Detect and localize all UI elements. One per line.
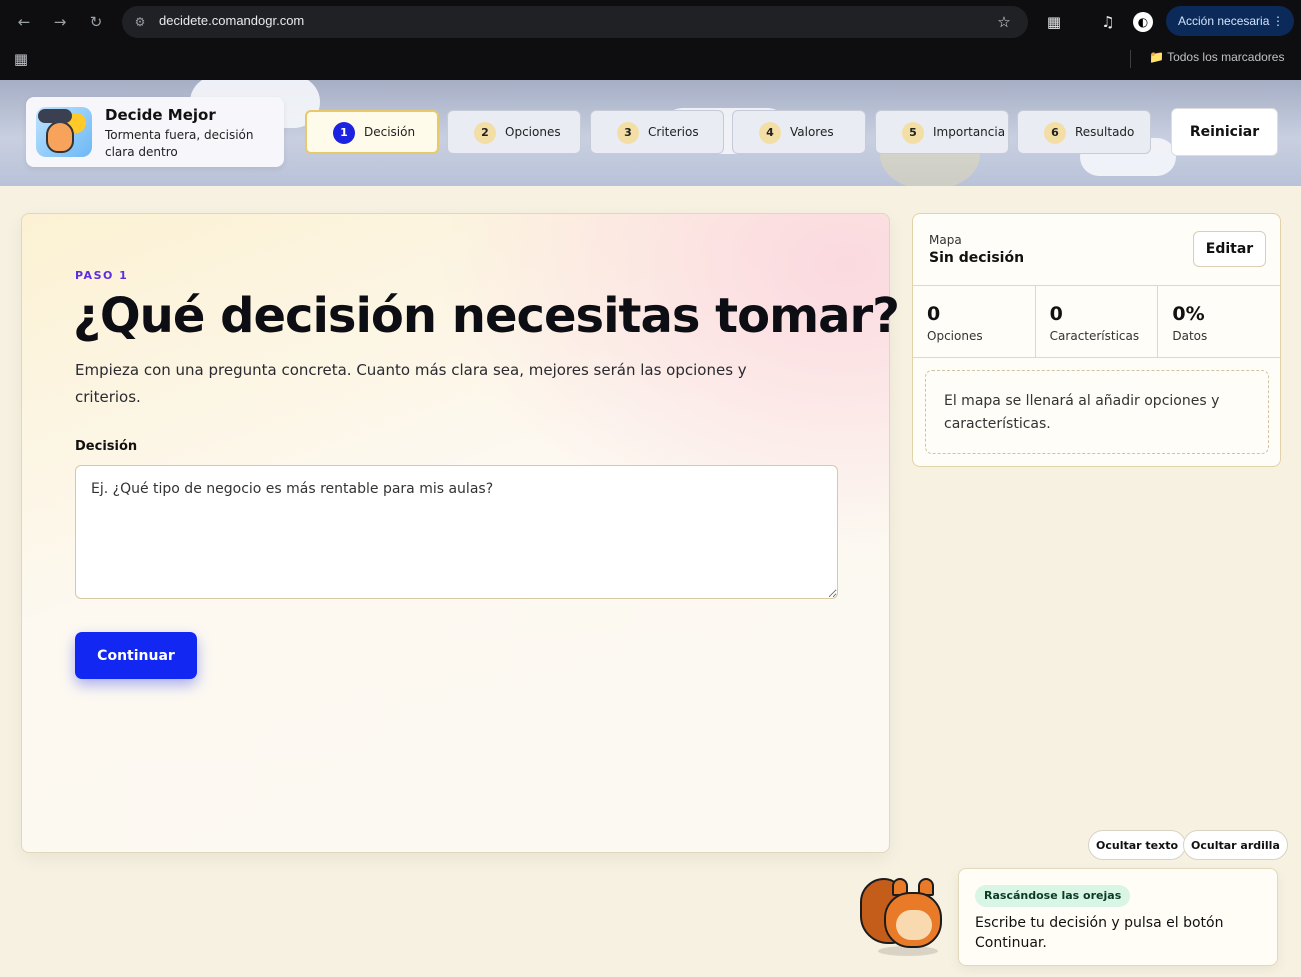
lead-text: Empieza con una pregunta concreta. Cuant… bbox=[75, 361, 747, 406]
map-title: Sin decisión bbox=[929, 250, 1025, 266]
apps-grid-icon[interactable]: ▦ bbox=[10, 48, 32, 70]
step-number: 3 bbox=[617, 122, 639, 144]
all-bookmarks[interactable]: 📁 Todos los marcadores bbox=[1149, 50, 1284, 64]
squirrel-mascot-icon[interactable] bbox=[856, 872, 948, 958]
decision-field-label: Decisión bbox=[75, 439, 138, 454]
map-empty-state: El mapa se llenará al añadir opciones y … bbox=[925, 370, 1269, 454]
divider bbox=[1130, 50, 1131, 68]
stat-options: 0 Opciones bbox=[913, 286, 1036, 357]
hide-squirrel-button[interactable]: Ocultar ardilla bbox=[1183, 830, 1288, 860]
page-title: ¿Qué decisión necesitas tomar? bbox=[73, 288, 900, 344]
decision-map-panel: Mapa Sin decisión Editar 0 Opciones 0 Ca… bbox=[912, 213, 1281, 467]
brand-subtitle: Tormenta fuera, decisión clara dentro bbox=[105, 128, 254, 159]
url-text: decidete.comandogr.com bbox=[159, 13, 305, 28]
step-decision[interactable]: 1 Decisión bbox=[305, 110, 439, 154]
profile-chip[interactable]: Acción necesaria ⋮ bbox=[1166, 6, 1294, 36]
step-label: Resultado bbox=[1075, 125, 1135, 139]
map-kicker: Mapa bbox=[929, 233, 962, 247]
profile-avatar-icon[interactable]: ◐ bbox=[1133, 12, 1153, 32]
media-controls-icon[interactable]: ♫ bbox=[1097, 11, 1119, 33]
step-tag: PASO 1 bbox=[75, 269, 129, 282]
stat-value: 0% bbox=[1172, 303, 1205, 325]
step-number: 4 bbox=[759, 122, 781, 144]
stat-data: 0% Datos bbox=[1158, 286, 1280, 357]
step-label: Opciones bbox=[505, 125, 561, 139]
step-criteria[interactable]: 3 Criterios bbox=[590, 110, 724, 154]
storm-cloud-icon bbox=[38, 109, 72, 123]
reset-button[interactable]: Reiniciar bbox=[1171, 108, 1278, 156]
decision-input[interactable] bbox=[75, 465, 838, 599]
helper-speech-bubble: Rascándose las orejas Escribe tu decisió… bbox=[958, 868, 1278, 966]
browser-chrome: ← → ↻ ⚙ decidete.comandogr.com ☆ ▦ ♫ ◐ A… bbox=[0, 0, 1301, 80]
step-number: 5 bbox=[902, 122, 924, 144]
step-label: Decisión bbox=[364, 125, 416, 139]
forward-icon[interactable]: → bbox=[49, 11, 71, 33]
step-result[interactable]: 6 Resultado bbox=[1017, 110, 1151, 154]
step-label: Importancia bbox=[933, 125, 1006, 139]
stat-value: 0 bbox=[1049, 303, 1063, 325]
stat-label: Características bbox=[1049, 329, 1140, 343]
mascot-face bbox=[896, 910, 932, 940]
brand-title: Decide Mejor bbox=[105, 106, 216, 124]
brand: Decide Mejor Tormenta fuera, decisión cl… bbox=[26, 97, 284, 167]
map-stats: 0 Opciones 0 Características 0% Datos bbox=[913, 285, 1280, 358]
profile-chip-label: Acción necesaria bbox=[1178, 14, 1270, 28]
back-icon[interactable]: ← bbox=[13, 11, 35, 33]
helper-message: Escribe tu decisión y pulsa el botón Con… bbox=[975, 915, 1224, 951]
step-label: Criterios bbox=[648, 125, 699, 139]
step-options[interactable]: 2 Opciones bbox=[447, 110, 581, 154]
all-bookmarks-label: Todos los marcadores bbox=[1167, 50, 1285, 64]
folder-icon: 📁 bbox=[1149, 50, 1164, 64]
app-header: Decide Mejor Tormenta fuera, decisión cl… bbox=[0, 80, 1301, 186]
app-logo bbox=[36, 107, 92, 157]
stat-value: 0 bbox=[927, 303, 941, 325]
decision-card: PASO 1 ¿Qué decisión necesitas tomar? Em… bbox=[21, 213, 900, 853]
stat-label: Datos bbox=[1172, 329, 1208, 343]
step-importance[interactable]: 5 Importancia bbox=[875, 110, 1009, 154]
step-label: Valores bbox=[790, 125, 834, 139]
site-settings-icon[interactable]: ⚙ bbox=[129, 11, 151, 33]
face-icon bbox=[46, 121, 74, 153]
more-icon[interactable]: ⋮ bbox=[1272, 6, 1284, 36]
helper-status-badge: Rascándose las orejas bbox=[975, 885, 1131, 907]
step-number: 6 bbox=[1044, 122, 1066, 144]
stat-features: 0 Características bbox=[1036, 286, 1159, 357]
reload-icon[interactable]: ↻ bbox=[85, 11, 107, 33]
bookmark-star-icon[interactable]: ☆ bbox=[993, 11, 1015, 33]
extensions-icon[interactable]: ▦ bbox=[1043, 11, 1065, 33]
continue-button[interactable]: Continuar bbox=[75, 632, 197, 679]
step-number: 1 bbox=[333, 122, 355, 144]
stat-label: Opciones bbox=[927, 329, 983, 343]
address-bar[interactable]: ⚙ decidete.comandogr.com ☆ bbox=[122, 6, 1028, 38]
step-number: 2 bbox=[474, 122, 496, 144]
edit-button[interactable]: Editar bbox=[1193, 231, 1266, 267]
step-values[interactable]: 4 Valores bbox=[732, 110, 866, 154]
hide-text-button[interactable]: Ocultar texto bbox=[1088, 830, 1187, 860]
